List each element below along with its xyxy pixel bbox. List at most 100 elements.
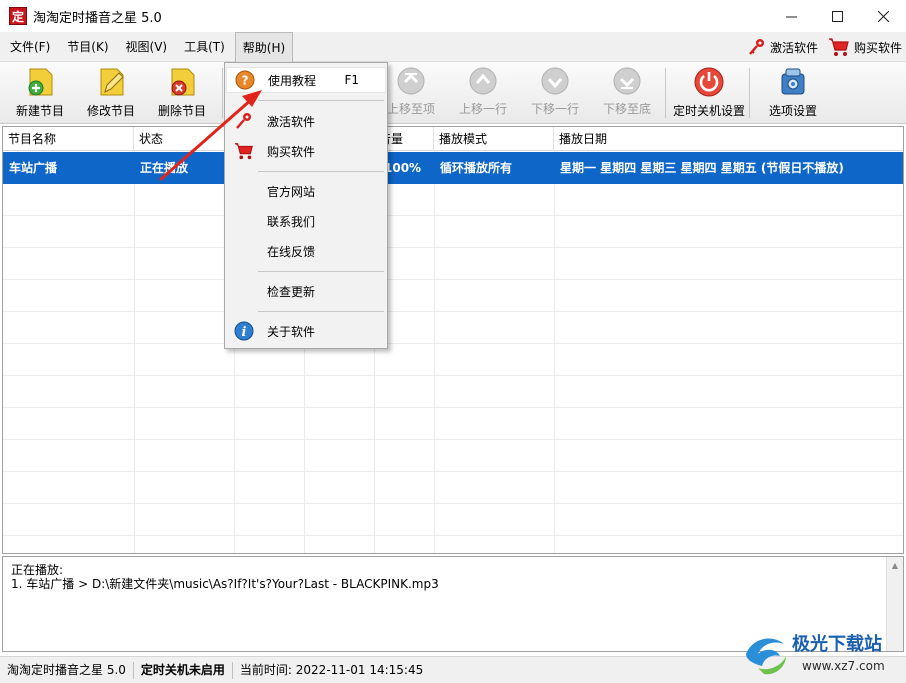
menu-item-about-label: 关于软件 — [267, 324, 316, 339]
new-program-button[interactable]: 新建节目 — [4, 66, 76, 120]
options-settings-label: 选项设置 — [768, 104, 817, 118]
edit-program-button[interactable]: 修改节目 — [75, 66, 147, 120]
grid-line — [134, 151, 135, 553]
move-bottom-icon — [613, 67, 641, 95]
program-table: 节目名称 状态 音量 播放模式 播放日期 车站广播 正在播放 100% 循环播放… — [2, 126, 904, 554]
menu-tools[interactable]: 工具(T) — [177, 33, 232, 61]
activate-software-link[interactable]: 激活软件 — [748, 38, 818, 56]
move-up-button[interactable]: 上移一行 — [447, 66, 519, 120]
grid-line — [3, 375, 903, 376]
move-down-icon — [541, 67, 569, 95]
cart-icon — [828, 38, 849, 56]
add-program-icon — [28, 68, 53, 96]
shutdown-settings-button[interactable]: 定时关机设置 — [673, 66, 745, 120]
move-bottom-button[interactable]: 下移至底 — [591, 66, 663, 120]
title-bar: 定 淘淘定时播音之星 5.0 — [0, 0, 906, 32]
delete-program-icon — [171, 68, 195, 96]
now-playing-line: 1. 车站广播 > D:\新建文件夹\music\As?If?It's?Your… — [11, 577, 439, 591]
close-icon[interactable] — [860, 0, 906, 32]
menu-item-check-update-label: 检查更新 — [267, 284, 316, 299]
grid-line — [3, 247, 903, 248]
menu-item-buy-label: 购买软件 — [267, 144, 316, 159]
grid-line — [3, 279, 903, 280]
key-icon — [749, 39, 764, 55]
move-down-button[interactable]: 下移一行 — [519, 66, 591, 120]
delete-program-button[interactable]: 删除节目 — [146, 66, 218, 120]
menu-view[interactable]: 视图(V) — [119, 33, 175, 61]
svg-text:i: i — [242, 325, 247, 340]
minimize-icon[interactable] — [768, 0, 814, 32]
menu-item-website[interactable]: 官方网站 — [226, 178, 386, 204]
activate-software-label: 激活软件 — [769, 40, 818, 55]
menu-item-tutorial-label: 使用教程 — [268, 73, 317, 88]
grid-line — [3, 343, 903, 344]
menu-separator — [258, 171, 384, 172]
grid-line — [3, 471, 903, 472]
move-bottom-label: 下移至底 — [602, 102, 651, 116]
menu-program[interactable]: 节目(K) — [60, 33, 115, 61]
menu-item-website-label: 官方网站 — [267, 184, 316, 199]
col-play-mode[interactable]: 播放模式 — [434, 127, 554, 151]
menu-item-activate[interactable]: 激活软件 — [226, 108, 386, 134]
new-program-label: 新建节目 — [15, 104, 64, 118]
watermark-text: 极光下载站 — [792, 633, 882, 655]
col-play-date[interactable]: 播放日期 — [554, 127, 903, 151]
toolbar-separator — [222, 68, 223, 118]
grid-line — [434, 151, 435, 553]
toolbar-separator — [749, 68, 750, 118]
col-program-name[interactable]: 节目名称 — [3, 127, 134, 151]
cell-play-mode: 循环播放所有 — [440, 161, 513, 175]
grid-line — [554, 151, 555, 553]
options-icon — [781, 68, 805, 95]
grid-line — [3, 535, 903, 536]
move-top-icon — [397, 67, 425, 95]
edit-program-label: 修改节目 — [86, 104, 135, 118]
status-current-time: 当前时间: 2022-11-01 14:15:45 — [239, 662, 424, 677]
buy-software-label: 购买软件 — [853, 40, 902, 55]
menu-item-about[interactable]: i 关于软件 — [226, 318, 386, 344]
menu-separator — [258, 311, 384, 312]
menu-item-contact[interactable]: 联系我们 — [226, 208, 386, 234]
menu-separator — [258, 100, 384, 101]
help-question-icon: ? — [235, 70, 255, 90]
power-icon — [694, 67, 724, 97]
scroll-up-icon[interactable]: ▲ — [887, 557, 903, 574]
window-title: 淘淘定时播音之星 5.0 — [33, 10, 162, 26]
grid-line — [3, 215, 903, 216]
key-icon — [234, 111, 254, 131]
menu-help[interactable]: 帮助(H) — [234, 32, 294, 62]
app-icon: 定 — [9, 7, 27, 25]
menu-item-buy[interactable]: 购买软件 — [226, 138, 386, 164]
cart-icon — [234, 141, 254, 161]
maximize-icon[interactable] — [814, 0, 860, 32]
shutdown-settings-label: 定时关机设置 — [673, 104, 746, 118]
options-settings-button[interactable]: 选项设置 — [757, 66, 829, 120]
menu-item-activate-label: 激活软件 — [267, 114, 316, 129]
menu-item-tutorial[interactable]: ? 使用教程 F1 — [226, 67, 386, 93]
menu-separator — [258, 271, 384, 272]
table-header: 节目名称 状态 音量 播放模式 播放日期 — [3, 127, 903, 151]
menu-file[interactable]: 文件(F) — [3, 33, 57, 61]
table-row[interactable]: 车站广播 正在播放 100% 循环播放所有 星期一 星期四 星期三 星期四 星期… — [3, 152, 903, 184]
menu-item-tutorial-shortcut: F1 — [344, 73, 359, 87]
toolbar-separator — [665, 68, 666, 118]
cell-status: 正在播放 — [140, 161, 189, 175]
svg-text:?: ? — [242, 74, 249, 88]
help-dropdown-menu: ? 使用教程 F1 激活软件 购买软件 官方网站 联系我们 在线反馈 检查更新 … — [224, 62, 388, 349]
grid-line — [3, 503, 903, 504]
window-controls — [768, 0, 906, 32]
move-up-icon — [469, 67, 497, 95]
menu-item-feedback[interactable]: 在线反馈 — [226, 238, 386, 264]
status-app-name: 淘淘定时播音之星 5.0 — [0, 661, 134, 679]
move-top-label: 上移至项 — [386, 102, 435, 116]
cell-program-name: 车站广播 — [9, 161, 58, 175]
menu-bar: 文件(F) 节目(K) 视图(V) 工具(T) 帮助(H) 激活软件 购买软件 — [0, 32, 906, 62]
info-icon: i — [234, 321, 254, 341]
toolbar: 新建节目 修改节目 删除节目 上移至项 上移一行 下移一行 下移至底 定时关机设… — [0, 62, 906, 124]
col-status[interactable]: 状态 — [134, 127, 234, 151]
menu-item-contact-label: 联系我们 — [267, 214, 316, 229]
menu-item-check-update[interactable]: 检查更新 — [226, 278, 386, 304]
move-down-label: 下移一行 — [530, 102, 579, 116]
buy-software-link[interactable]: 购买软件 — [828, 37, 902, 57]
menu-right-actions: 激活软件 购买软件 — [748, 32, 902, 62]
